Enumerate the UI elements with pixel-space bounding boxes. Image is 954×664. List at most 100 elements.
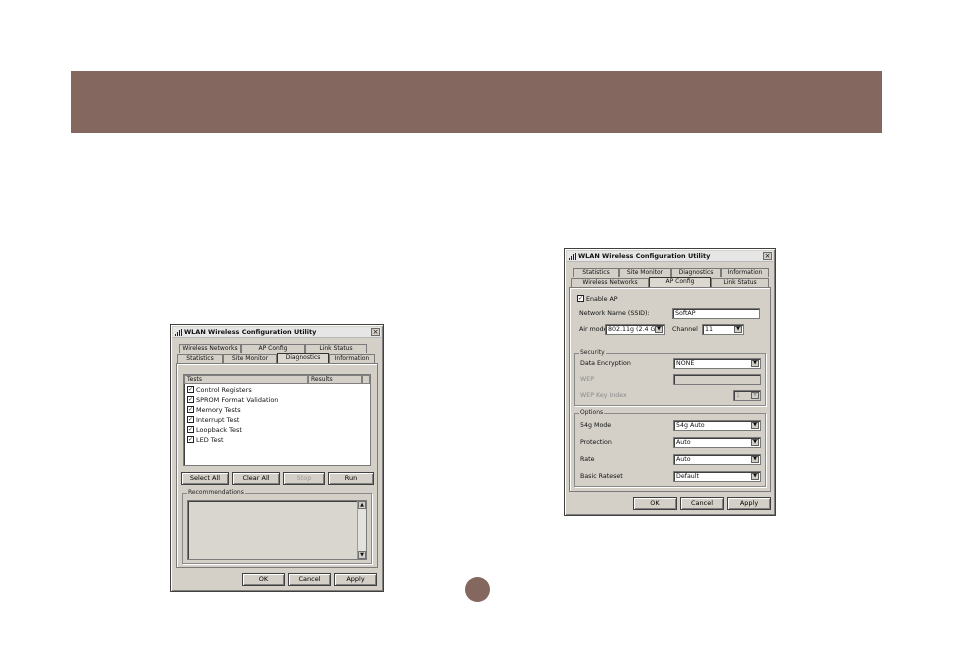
tab-information[interactable]: Information xyxy=(721,268,769,277)
title-bar[interactable]: WLAN Wireless Configuration Utility × xyxy=(567,251,773,262)
apply-button[interactable]: Apply xyxy=(727,497,771,510)
list-item[interactable]: ✓ Memory Tests xyxy=(187,405,241,416)
list-item[interactable]: ✓ Loopback Test xyxy=(187,425,242,436)
checkbox[interactable]: ✓ xyxy=(187,405,194,413)
list-item[interactable]: ✓ Control Registers xyxy=(187,385,252,396)
ssid-field[interactable]: SoftAP xyxy=(672,308,760,319)
diagnostics-panel: Tests Results ✓ Control Registers ✓ SPROM … xyxy=(176,363,378,568)
protection-label: Protection xyxy=(580,439,612,446)
tests-column-header[interactable]: Tests xyxy=(184,375,308,384)
tab-wireless-networks[interactable]: Wireless Networks xyxy=(179,344,241,353)
data-encryption-label: Data Encryption xyxy=(580,360,631,367)
air-mode-label: Air mode xyxy=(579,326,608,333)
chevron-down-icon[interactable]: ▼ xyxy=(751,456,759,463)
tab-information[interactable]: Information xyxy=(329,354,375,363)
tab-site-monitor[interactable]: Site Monitor xyxy=(619,268,671,277)
cancel-button[interactable]: Cancel xyxy=(680,497,724,510)
test-label: LED Test xyxy=(196,436,224,444)
tab-wireless-networks[interactable]: Wireless Networks xyxy=(571,278,649,287)
checkbox[interactable]: ✓ xyxy=(187,425,194,433)
apply-button[interactable]: Apply xyxy=(334,573,377,586)
options-group: Options 54g Mode 54g Auto ▼ Protection A… xyxy=(574,409,766,487)
air-mode-select[interactable]: 802.11g (2.4 GH ▼ xyxy=(605,324,665,335)
wep-label: WEP xyxy=(580,376,595,383)
recommendations-group: Recommendations ▲ ▼ xyxy=(182,489,372,564)
recommendations-title: Recommendations xyxy=(187,489,245,497)
test-label: Interrupt Test xyxy=(196,416,240,424)
mode-54g-value: 54g Auto xyxy=(676,422,705,429)
test-label: Control Registers xyxy=(196,386,252,394)
wep-key-index-label: WEP Key Index xyxy=(580,392,627,399)
tab-ap-config[interactable]: AP Config xyxy=(649,277,711,287)
checkbox[interactable]: ✓ xyxy=(577,294,584,302)
window-title: WLAN Wireless Configuration Utility xyxy=(184,328,317,336)
wep-key-index-value: 1 xyxy=(736,392,741,399)
rate-select[interactable]: Auto ▼ xyxy=(673,454,761,465)
run-button[interactable]: Run xyxy=(328,472,374,485)
scrollbar[interactable]: ▲ ▼ xyxy=(357,501,366,559)
air-mode-value: 802.11g (2.4 GH xyxy=(608,326,661,333)
basic-rateset-value: Default xyxy=(676,473,700,480)
column-header-filler xyxy=(362,375,370,384)
ap-config-panel: ✓ Enable AP Network Name (SSID): SoftAP A… xyxy=(569,287,771,492)
tab-ap-config[interactable]: AP Config xyxy=(241,344,305,353)
ok-button[interactable]: OK xyxy=(242,573,285,586)
ssid-label: Network Name (SSID): xyxy=(579,310,650,317)
tests-list[interactable]: Tests Results ✓ Control Registers ✓ SPROM … xyxy=(183,374,371,466)
tab-statistics[interactable]: Statistics xyxy=(573,268,619,277)
recommendations-box[interactable]: ▲ ▼ xyxy=(187,500,367,560)
tab-link-status[interactable]: Link Status xyxy=(305,344,367,353)
diagnostics-window: WLAN Wireless Configuration Utility × Wi… xyxy=(170,324,384,592)
checkbox[interactable]: ✓ xyxy=(187,415,194,423)
tab-statistics[interactable]: Statistics xyxy=(177,354,223,363)
list-item[interactable]: ✓ LED Test xyxy=(187,435,224,446)
list-item[interactable]: ✓ Interrupt Test xyxy=(187,415,240,426)
data-encryption-select[interactable]: NONE ▼ xyxy=(673,358,761,369)
results-column-header[interactable]: Results xyxy=(308,375,362,384)
channel-select[interactable]: 11 ▼ xyxy=(702,324,744,335)
signal-bars-icon xyxy=(569,253,576,260)
channel-label: Channel xyxy=(672,326,698,333)
chevron-down-icon[interactable]: ▼ xyxy=(751,439,759,446)
clear-all-button[interactable]: Clear All xyxy=(232,472,280,485)
chevron-down-icon[interactable]: ▼ xyxy=(751,360,759,367)
list-item[interactable]: ✓ SPROM Format Validation xyxy=(187,395,279,406)
cancel-button[interactable]: Cancel xyxy=(288,573,331,586)
chevron-down-icon[interactable]: ▼ xyxy=(734,326,742,333)
scroll-down-icon[interactable]: ▼ xyxy=(358,551,366,559)
tab-diagnostics[interactable]: Diagnostics xyxy=(671,268,721,277)
signal-bars-icon xyxy=(175,329,182,336)
chevron-down-icon[interactable]: ▼ xyxy=(751,422,759,429)
basic-rateset-select[interactable]: Default ▼ xyxy=(673,471,761,482)
ok-button[interactable]: OK xyxy=(633,497,677,510)
tab-diagnostics[interactable]: Diagnostics xyxy=(277,353,329,363)
wep-key-index-select[interactable]: 1 ▼ xyxy=(733,390,761,401)
chevron-down-icon[interactable]: ▼ xyxy=(751,473,759,480)
chevron-down-icon[interactable]: ▼ xyxy=(655,326,663,333)
scroll-up-icon[interactable]: ▲ xyxy=(358,501,366,509)
ap-config-window: WLAN Wireless Configuration Utility × St… xyxy=(564,248,776,516)
close-icon[interactable]: × xyxy=(371,328,380,336)
checkbox[interactable]: ✓ xyxy=(187,435,194,443)
enable-ap-label: Enable AP xyxy=(586,296,618,303)
page-indicator-dot xyxy=(465,577,490,602)
enable-ap-checkbox[interactable]: ✓ Enable AP xyxy=(577,294,618,304)
checkbox[interactable]: ✓ xyxy=(187,385,194,393)
stop-button[interactable]: Stop xyxy=(283,472,325,485)
checkbox[interactable]: ✓ xyxy=(187,395,194,403)
title-bar[interactable]: WLAN Wireless Configuration Utility × xyxy=(173,327,381,338)
wep-field[interactable] xyxy=(673,374,761,385)
tab-site-monitor[interactable]: Site Monitor xyxy=(223,354,277,363)
test-label: SPROM Format Validation xyxy=(196,396,279,404)
channel-value: 11 xyxy=(705,326,714,333)
select-all-button[interactable]: Select All xyxy=(181,472,229,485)
mode-54g-select[interactable]: 54g Auto ▼ xyxy=(673,420,761,431)
protection-value: Auto xyxy=(676,439,691,446)
close-icon[interactable]: × xyxy=(763,252,772,260)
mode-54g-label: 54g Mode xyxy=(580,422,612,429)
tab-link-status[interactable]: Link Status xyxy=(711,278,769,287)
protection-select[interactable]: Auto ▼ xyxy=(673,437,761,448)
chevron-down-icon[interactable]: ▼ xyxy=(751,392,759,399)
window-title: WLAN Wireless Configuration Utility xyxy=(578,252,711,260)
rate-value: Auto xyxy=(676,456,691,463)
